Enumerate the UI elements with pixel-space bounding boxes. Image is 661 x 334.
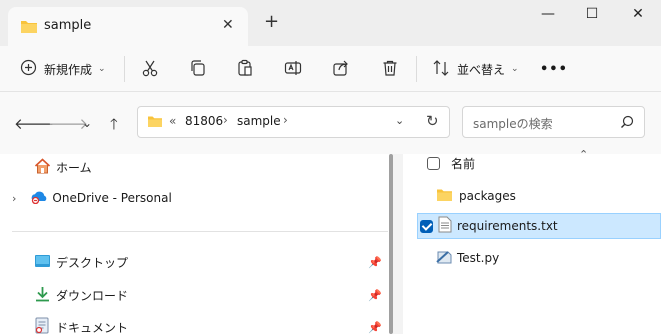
sidebar-item-label: デスクトップ (56, 255, 129, 270)
sort-icon (432, 59, 450, 80)
paste-icon (236, 59, 254, 80)
paste-button[interactable] (236, 56, 254, 82)
file-list: ⌃ 名前 packages requirements.txt Test.py (403, 148, 661, 334)
address-row: 🡐 🡒 ⌄ 🡑 « 81806 › sample › ⌄ ↻ sampleの検索 (0, 92, 661, 154)
scissors-icon (141, 59, 159, 80)
pin-icon[interactable]: 📌 (368, 289, 382, 302)
sidebar-item-label: ホーム (56, 160, 92, 175)
delete-icon (381, 59, 399, 80)
sidebar-item-onedrive[interactable]: › OneDrive - Personal (0, 187, 380, 209)
chevron-down-icon: ⌄ (511, 64, 519, 74)
up-arrow-icon[interactable]: 🡑 (110, 114, 118, 139)
tab-title: sample (44, 18, 92, 33)
command-bar: 新規作成 ⌄ 並べ替え ⌄ ••• (0, 46, 661, 92)
file-name: Test.py (457, 251, 500, 265)
sidebar-item-documents[interactable]: ドキュメント 📌 (0, 316, 382, 334)
navigation-pane: ホーム › OneDrive - Personal デスクトップ 📌 ダウンロー… (0, 154, 393, 334)
sidebar-item-desktop[interactable]: デスクトップ 📌 (0, 251, 382, 273)
tab-sample[interactable]: sample ✕ (8, 7, 248, 46)
share-icon (332, 59, 350, 80)
text-file-icon (438, 216, 452, 236)
search-placeholder: sampleの検索 (473, 117, 553, 131)
file-row-packages[interactable]: packages (417, 183, 661, 209)
close-button[interactable]: ✕ (624, 6, 652, 28)
file-name: requirements.txt (457, 219, 558, 233)
file-name: packages (459, 189, 516, 203)
sidebar-item-label: ダウンロード (56, 288, 129, 303)
folder-icon (436, 188, 453, 205)
chevron-down-icon: ⌄ (98, 64, 106, 74)
minimize-button[interactable]: — (534, 6, 562, 28)
search-box[interactable]: sampleの検索 (462, 106, 645, 138)
sidebar-item-downloads[interactable]: ダウンロード 📌 (0, 284, 382, 306)
sidebar-item-label: OneDrive - Personal (52, 191, 172, 205)
tab-close-icon[interactable]: ✕ (222, 17, 234, 33)
new-tab-button[interactable]: + (264, 13, 279, 31)
sidebar-item-label: ドキュメント (56, 320, 129, 334)
documents-icon (34, 317, 51, 334)
breadcrumb-item-81806[interactable]: 81806 (185, 114, 223, 128)
more-options-button[interactable]: ••• (540, 56, 568, 82)
onedrive-icon (30, 190, 49, 207)
sort-button-label: 並べ替え (457, 62, 506, 77)
cut-button[interactable] (141, 56, 159, 82)
download-icon (34, 286, 51, 305)
sidebar-item-home[interactable]: ホーム (0, 156, 380, 178)
rename-button[interactable] (284, 56, 302, 82)
home-icon (34, 157, 51, 177)
sort-button[interactable]: 並べ替え ⌄ (432, 56, 519, 82)
new-button-label: 新規作成 (44, 62, 93, 77)
column-header-label: 名前 (451, 156, 476, 171)
folder-icon (20, 19, 38, 37)
new-button[interactable]: 新規作成 ⌄ (20, 56, 106, 82)
search-icon[interactable] (620, 115, 634, 132)
refresh-icon[interactable]: ↻ (426, 112, 439, 130)
toolbar-divider (124, 56, 125, 82)
plus-circle-icon (20, 59, 37, 79)
breadcrumb-separator[interactable]: › (283, 113, 288, 127)
share-button[interactable] (332, 56, 350, 82)
python-file-icon (436, 249, 453, 268)
copy-icon (189, 59, 207, 80)
address-bar[interactable]: « 81806 › sample › ⌄ ↻ (137, 106, 450, 138)
address-dropdown-chevron-icon[interactable]: ⌄ (395, 114, 404, 127)
file-row-requirements[interactable]: requirements.txt (417, 213, 661, 239)
toolbar-divider (416, 56, 417, 82)
copy-button[interactable] (189, 56, 207, 82)
maximize-button[interactable]: ☐ (578, 6, 606, 28)
title-bar: sample ✕ + — ☐ ✕ (0, 0, 661, 46)
rename-icon (284, 59, 302, 80)
breadcrumb-separator: › (223, 113, 228, 127)
breadcrumb-item-sample[interactable]: sample (237, 114, 281, 128)
pin-icon[interactable]: 📌 (368, 256, 382, 269)
file-row-test-py[interactable]: Test.py (417, 245, 661, 271)
more-icon: ••• (540, 61, 568, 77)
column-header-name[interactable]: 名前 (417, 150, 661, 176)
navigation-pane-scrollbar[interactable] (389, 154, 393, 334)
delete-button[interactable] (381, 56, 399, 82)
folder-icon (147, 115, 163, 131)
select-all-checkbox[interactable] (427, 156, 440, 170)
row-checkbox[interactable] (420, 219, 433, 233)
chevron-right-icon[interactable]: › (12, 192, 16, 205)
desktop-icon (34, 254, 51, 271)
pin-icon[interactable]: 📌 (368, 321, 382, 334)
nav-divider (12, 231, 388, 232)
breadcrumb-overflow[interactable]: « (169, 114, 176, 128)
recent-locations-chevron-icon[interactable]: ⌄ (82, 116, 92, 130)
